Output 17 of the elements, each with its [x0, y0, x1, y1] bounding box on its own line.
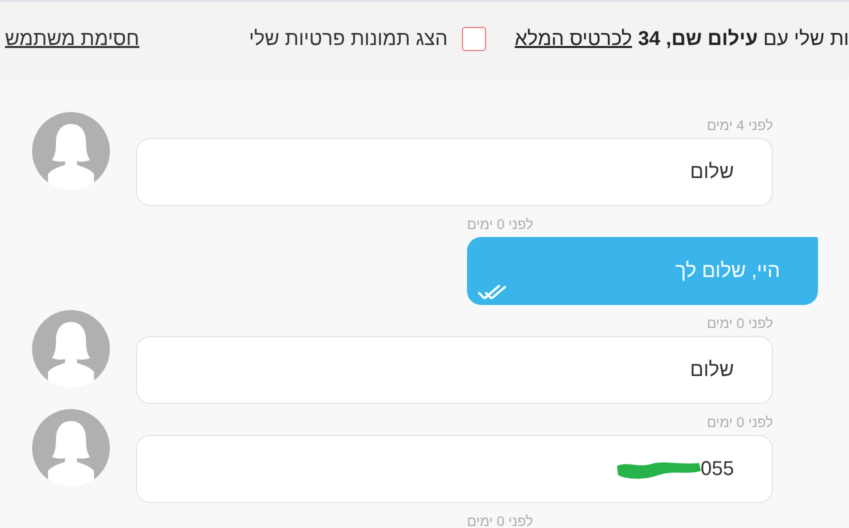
- conversation-heading: ות שלי עם עילום שם, 34: [638, 28, 849, 50]
- message-time: לפני 0 ימים: [706, 314, 773, 332]
- message-time: לפני 0 ימים: [467, 215, 534, 233]
- private-photos-label: הצג תמונות פרטיות שלי: [248, 28, 448, 50]
- avatar-silhouette-icon: [32, 310, 110, 388]
- block-user-link[interactable]: חסימת משתמש: [5, 28, 140, 50]
- received-message-bubble: 055: [136, 435, 773, 503]
- message-time: לפני 0 ימים: [467, 512, 534, 528]
- full-profile-link[interactable]: לכרטיס המלא: [514, 28, 632, 50]
- avatar-silhouette-icon: [32, 409, 110, 487]
- avatar-silhouette-icon: [32, 112, 110, 190]
- received-message-bubble: שלום: [136, 138, 773, 206]
- private-photos-checkbox[interactable]: [462, 27, 486, 51]
- received-message-bubble: שלום: [136, 336, 773, 404]
- sent-message-bubble: היי, שלום לך: [467, 237, 818, 305]
- message-time: לפני 4 ימים: [706, 116, 773, 134]
- message-time: לפני 0 ימים: [706, 413, 773, 431]
